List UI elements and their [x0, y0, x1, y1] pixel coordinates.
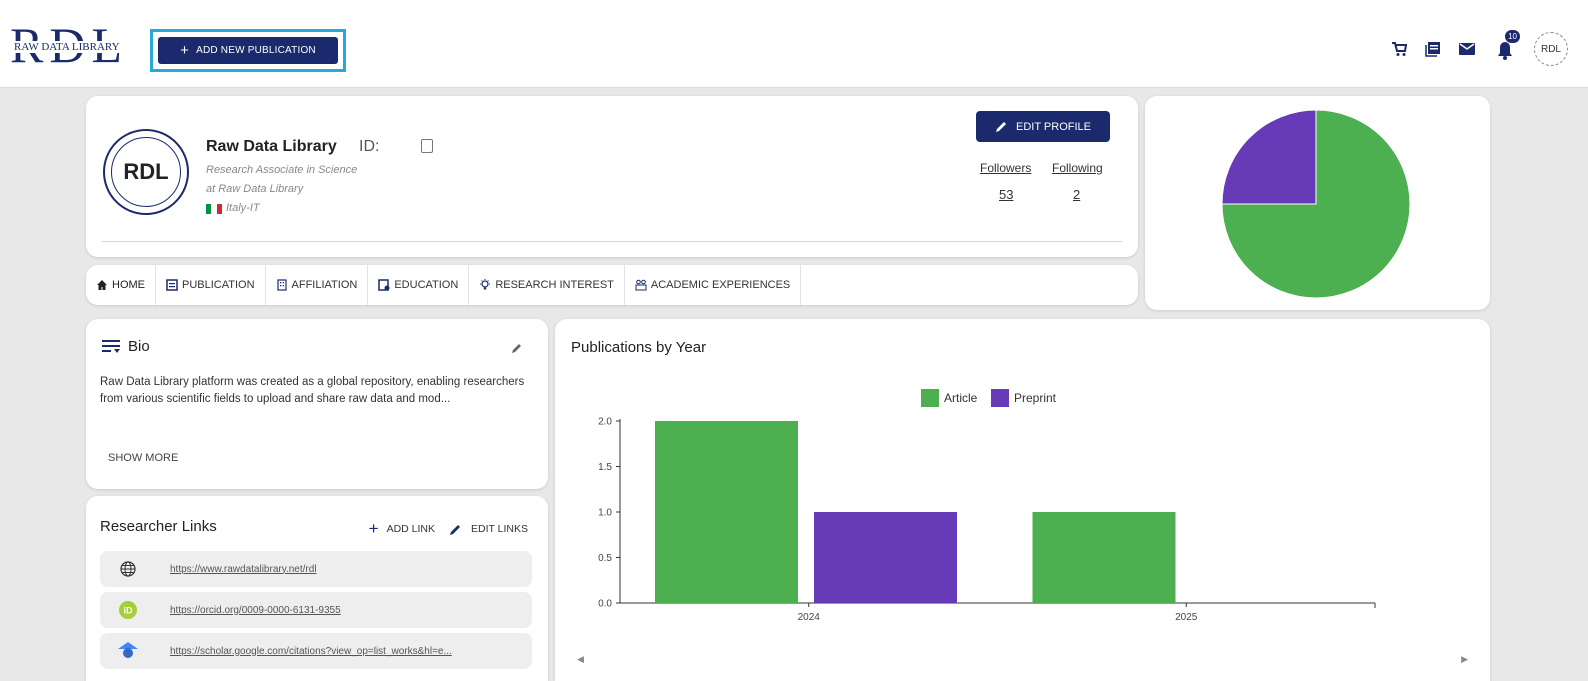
tab-publication[interactable]: PUBLICATION [156, 265, 266, 305]
svg-text:iD: iD [124, 606, 134, 616]
plus-icon: + [368, 519, 379, 538]
notification-badge: 10 [1505, 30, 1520, 43]
add-publication-button[interactable]: + ADD NEW PUBLICATION [158, 37, 338, 64]
tab-research-interest[interactable]: RESEARCH INTEREST [469, 265, 625, 305]
edit-links-label: EDIT LINKS [471, 523, 528, 535]
divider [102, 241, 1122, 242]
pencil-icon [450, 525, 460, 535]
y-tick-label: 0.0 [598, 599, 612, 610]
links-actions: + ADD LINK EDIT LINKS [369, 519, 528, 539]
library-icon[interactable] [1424, 40, 1442, 58]
building-icon [276, 279, 287, 291]
following-link[interactable]: Following [1052, 161, 1103, 175]
orcid-icon: iD [118, 600, 138, 620]
profile-name: Raw Data Library [206, 138, 337, 155]
tab-education[interactable]: EDUCATION [368, 265, 470, 305]
pie-slice-preprint[interactable] [1221, 109, 1317, 205]
researcher-links-card: Researcher Links + ADD LINK EDIT LINKS h… [86, 496, 548, 681]
link-row[interactable]: https://www.rawdatalibrary.net/rdl [100, 551, 532, 587]
link-url[interactable]: https://scholar.google.com/citations?vie… [170, 646, 452, 657]
scholar-icon [118, 641, 138, 661]
links-title: Researcher Links [100, 518, 217, 535]
notifications-button[interactable]: 10 [1492, 30, 1520, 62]
legend-swatch-article [921, 389, 939, 407]
add-link-button[interactable]: + ADD LINK [369, 519, 435, 539]
edit-bio-icon[interactable] [510, 341, 524, 355]
tab-academic-experiences[interactable]: ACADEMIC EXPERIENCES [625, 265, 802, 305]
bio-icon [102, 339, 120, 353]
edit-profile-label: EDIT PROFILE [1016, 120, 1091, 133]
publications-by-year-card: Publications by Year 0.0 0.5 1.0 1.5 2.0 2024… [555, 319, 1490, 681]
followers-link[interactable]: Followers [980, 161, 1031, 175]
edit-profile-button[interactable]: EDIT PROFILE [976, 111, 1110, 142]
legend-swatch-preprint [991, 389, 1009, 407]
following-count[interactable]: 2 [1073, 187, 1080, 202]
profile-affiliation: at Raw Data Library [206, 183, 304, 195]
pencil-icon [996, 122, 1006, 132]
x-tick-label: 2024 [798, 612, 821, 623]
bio-heading: Bio [102, 338, 150, 355]
profile-tabs: HOME PUBLICATION AFFILIATION EDUCATION R… [86, 265, 1138, 305]
legend-label-preprint: Preprint [1014, 391, 1057, 405]
education-icon [378, 279, 390, 291]
y-tick-label: 1.5 [598, 462, 612, 473]
cart-icon[interactable] [1390, 40, 1408, 58]
copy-icon[interactable] [421, 139, 433, 153]
home-icon [97, 280, 107, 290]
y-tick-label: 1.0 [598, 508, 612, 519]
bio-title: Bio [128, 338, 150, 355]
lightbulb-icon [480, 279, 491, 290]
followers-count[interactable]: 53 [999, 187, 1013, 202]
italy-flag-icon [206, 204, 222, 214]
tab-label: RESEARCH INTEREST [495, 279, 614, 291]
x-tick-label: 2025 [1175, 612, 1198, 623]
profile-country: Italy-IT [226, 202, 260, 214]
tab-label: ACADEMIC EXPERIENCES [650, 279, 791, 291]
bar-article-2024[interactable] [655, 421, 798, 603]
bio-text: Raw Data Library platform was created as… [100, 376, 525, 405]
legend-label-article: Article [944, 391, 978, 405]
link-row[interactable]: https://scholar.google.com/citations?vie… [100, 633, 532, 669]
add-publication-label: ADD NEW PUBLICATION [196, 45, 316, 56]
profile-id-label: ID: [359, 138, 380, 155]
logo[interactable]: RDL RAW DATA LIBRARY [10, 20, 148, 76]
top-bar: RDL RAW DATA LIBRARY + ADD NEW PUBLICATI… [0, 0, 1588, 88]
show-more-button[interactable]: SHOW MORE [108, 452, 178, 464]
group-icon [635, 279, 647, 291]
plus-icon: + [180, 42, 190, 59]
tab-label: HOME [112, 279, 145, 291]
scroll-right-arrow[interactable]: ▶ [1461, 654, 1468, 665]
tab-label: PUBLICATION [182, 279, 255, 291]
add-link-label: ADD LINK [386, 523, 435, 535]
user-avatar[interactable]: RDL [1534, 32, 1568, 66]
bar-chart: 0.0 0.5 1.0 1.5 2.0 2024 2025 Article Preprint [598, 389, 1376, 623]
profile-role: Research Associate in Science [206, 164, 358, 176]
bar-preprint-2024[interactable] [814, 512, 957, 603]
globe-icon [118, 559, 138, 579]
logo-subtitle: RAW DATA LIBRARY [12, 41, 122, 53]
publication-type-pie-card [1145, 96, 1490, 310]
scroll-left-arrow[interactable]: ◀ [577, 654, 584, 665]
profile-card: RDL Raw Data Library ID: Research Associ… [86, 96, 1138, 257]
top-icons: 10 RDL [1390, 30, 1568, 66]
tab-home[interactable]: HOME [86, 265, 156, 305]
edit-links-button[interactable]: EDIT LINKS [449, 522, 528, 536]
profile-avatar-text: RDL [111, 137, 181, 207]
y-tick-label: 0.5 [598, 553, 612, 564]
tab-label: AFFILIATION [291, 279, 358, 291]
bar-article-2025[interactable] [1032, 512, 1176, 603]
link-row[interactable]: iD https://orcid.org/0009-0000-6131-9355 [100, 592, 532, 628]
link-url[interactable]: https://www.rawdatalibrary.net/rdl [170, 564, 317, 575]
pie-chart [1221, 109, 1411, 299]
tab-label: EDUCATION [394, 279, 459, 291]
tab-affiliation[interactable]: AFFILIATION [266, 265, 369, 305]
y-tick-label: 2.0 [598, 417, 612, 428]
bio-card: Bio Raw Data Library platform was create… [86, 319, 548, 489]
add-publication-highlight: + ADD NEW PUBLICATION [150, 29, 346, 72]
publication-icon [166, 279, 178, 291]
mail-icon[interactable] [1458, 40, 1476, 58]
profile-avatar: RDL [103, 129, 189, 215]
link-url[interactable]: https://orcid.org/0009-0000-6131-9355 [170, 605, 341, 616]
